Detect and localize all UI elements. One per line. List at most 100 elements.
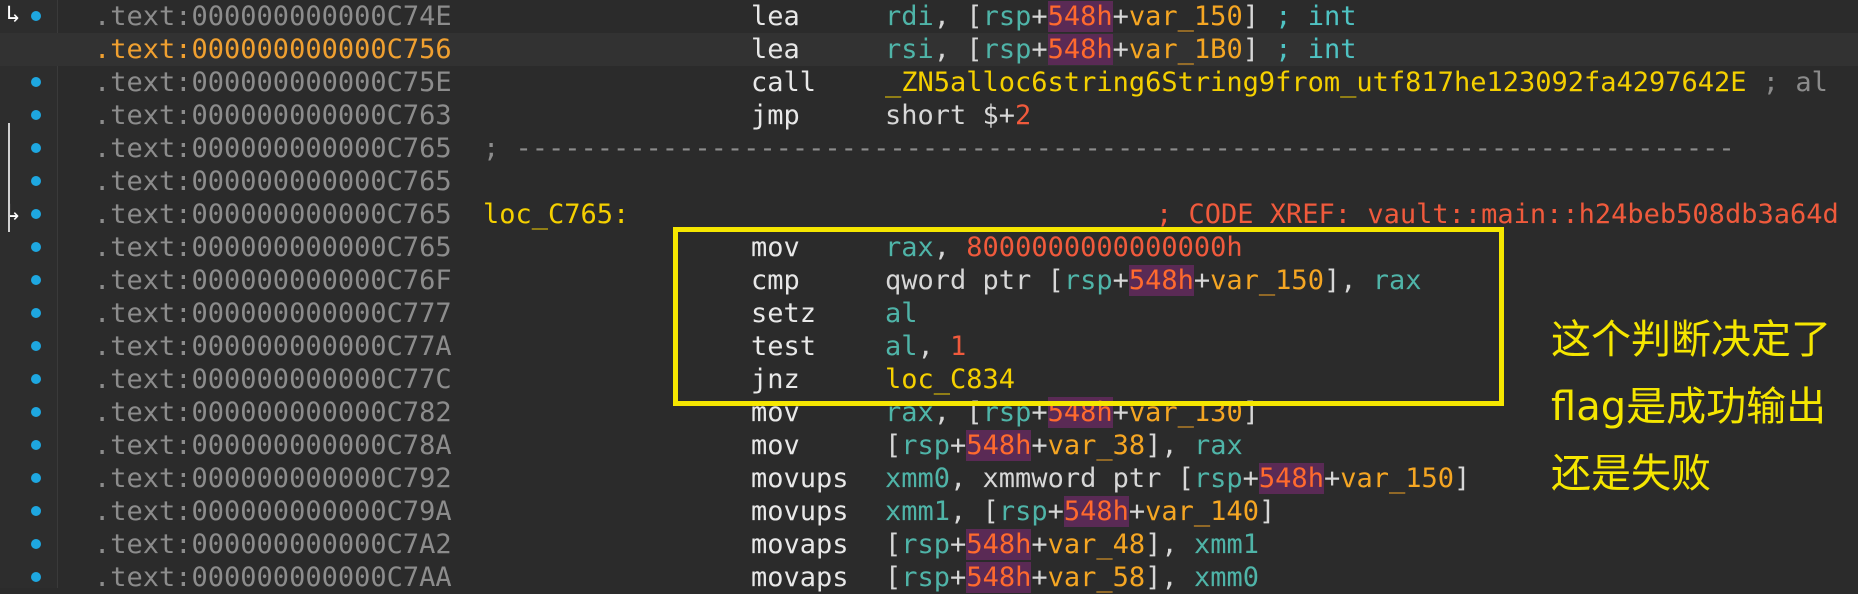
operand-token: 548h	[1258, 463, 1324, 494]
operand-token: +	[1031, 529, 1048, 560]
operand-token: rsp	[1063, 265, 1113, 296]
operands: xmm0, xmmword ptr [rsp+548h+var_150]	[885, 462, 1470, 495]
mnemonic: movups	[751, 463, 849, 494]
listing-line[interactable]: .text:000000000000C7A2 movaps [rsp+548h+va…	[0, 528, 1858, 561]
address: .text:000000000000C75E	[94, 67, 452, 98]
operand-token: rax	[1372, 265, 1422, 296]
mnemonic: setz	[751, 298, 817, 329]
operand-token: , [	[933, 1, 983, 32]
operand-token: , [	[950, 496, 999, 527]
operand-token[interactable]: var_1B0	[1129, 34, 1243, 65]
listing-line[interactable]: .text:000000000000C74E lea rdi, [rsp+548h+…	[0, 0, 1858, 33]
operand-token: +	[1031, 562, 1048, 593]
operand-token: [	[885, 529, 902, 560]
operand-token: rsp	[998, 496, 1048, 527]
operand-token: +	[950, 562, 967, 593]
operand-token: +	[1112, 1, 1129, 32]
operands: rax, [rsp+548h+var_130]	[885, 396, 1259, 429]
operand-token[interactable]: var_130	[1129, 397, 1243, 428]
address: .text:000000000000C79A	[94, 496, 452, 527]
operand-token: +	[1112, 397, 1129, 428]
operands: al	[885, 297, 918, 330]
operand-token: rsp	[901, 430, 951, 461]
operands: loc_C834	[885, 363, 1015, 396]
operand-token: ],	[1323, 265, 1373, 296]
address: .text:000000000000C76F	[94, 265, 452, 296]
mnemonic: jmp	[751, 100, 800, 131]
operand-token: +	[1193, 265, 1211, 296]
address: .text:000000000000C756	[94, 34, 452, 65]
xref-comment[interactable]: ; CODE XREF: vault::main::h24beb508db3a6…	[1156, 198, 1839, 231]
operand-token: 548h	[966, 430, 1032, 461]
listing-line[interactable]: .text:000000000000C765	[0, 165, 1858, 198]
operand-token[interactable]: var_150	[1210, 265, 1324, 296]
listing-line[interactable]: .text:000000000000C76F cmp qword ptr [rsp+…	[0, 264, 1858, 297]
operand-token[interactable]: var_48	[1048, 529, 1146, 560]
operand-token: xmm0	[885, 463, 951, 494]
operand-token: ]	[1242, 397, 1259, 428]
operand-token: 548h	[1063, 496, 1129, 527]
address: .text:000000000000C765	[94, 199, 452, 230]
operand-token[interactable]: var_38	[1048, 430, 1146, 461]
operand-token[interactable]: loc_C834	[885, 364, 1015, 395]
operand-token: +	[950, 430, 967, 461]
operand-token: [	[885, 430, 902, 461]
listing-line[interactable]: .text:000000000000C765 ; ----------------…	[0, 132, 1858, 165]
operand-token: +	[1047, 496, 1064, 527]
operand-token: short $+	[885, 100, 1016, 131]
operands: rdi, [rsp+548h+var_150] ; int	[885, 0, 1357, 33]
operand-token: ]	[1258, 496, 1276, 527]
operand-token[interactable]: _ZN5alloc6string6String9from_utf817he123…	[885, 67, 1747, 98]
listing-line[interactable]: .text:000000000000C765 loc_C765: ; CODE XR…	[0, 198, 1858, 231]
operand-token: +	[1031, 1, 1048, 32]
operand-token: ]	[1454, 463, 1471, 494]
listing-line[interactable]: .text:000000000000C75E call _ZN5alloc6stri…	[0, 66, 1858, 99]
operand-token: 1	[950, 331, 967, 362]
listing-line[interactable]: .text:000000000000C765 mov rax, 8000000000…	[0, 231, 1858, 264]
operands: [rsp+548h+var_58], xmm0	[885, 561, 1259, 594]
mnemonic: cmp	[751, 265, 800, 296]
operand-token[interactable]: var_140	[1145, 496, 1259, 527]
operand-token: ,	[917, 331, 951, 362]
address: .text:000000000000C782	[94, 397, 452, 428]
mnemonic: lea	[751, 1, 800, 32]
listing-line[interactable]: .text:000000000000C756 lea rsi, [rsp+548h+…	[0, 33, 1858, 66]
operand-token: 2	[1015, 100, 1032, 131]
annotation-line-1: 这个判断决定了	[1551, 317, 1831, 363]
operand-token: +	[1031, 430, 1048, 461]
code-label[interactable]: loc_C765:	[483, 198, 629, 231]
listing-line[interactable]: .text:000000000000C763 jmp short $+2	[0, 99, 1858, 132]
address: .text:000000000000C763	[94, 100, 452, 131]
operand-token: +	[1128, 496, 1146, 527]
operand-token: al	[885, 331, 918, 362]
mnemonic: lea	[751, 34, 800, 65]
operand-token: ; al	[1746, 67, 1828, 98]
operand-token: , [	[933, 397, 983, 428]
operand-token: ; int	[1275, 34, 1357, 65]
operand-token: rax	[885, 232, 934, 263]
operand-token: ],	[1145, 562, 1194, 593]
operand-token: 548h	[1047, 1, 1113, 32]
mnemonic: movaps	[751, 562, 849, 593]
mnemonic: movups	[751, 496, 849, 527]
mnemonic: jnz	[751, 364, 800, 395]
operand-token: rsi	[885, 34, 934, 65]
mnemonic: test	[751, 331, 817, 362]
listing-line[interactable]: .text:000000000000C7AA movaps [rsp+548h+va…	[0, 561, 1858, 594]
operand-token: xmm1	[1193, 529, 1259, 560]
operand-token[interactable]: var_58	[1048, 562, 1146, 593]
mnemonic: mov	[751, 232, 800, 263]
operand-token: rax	[1193, 430, 1243, 461]
operands: rax, 8000000000000000h	[885, 231, 1243, 264]
operand-token: al	[885, 298, 918, 329]
listing-line[interactable]: .text:000000000000C79A movups xmm1, [rsp+5…	[0, 495, 1858, 528]
operand-token: qword ptr [	[885, 265, 1064, 296]
operand-token: +	[1112, 34, 1129, 65]
operand-token: +	[1031, 34, 1048, 65]
operands: xmm1, [rsp+548h+var_140]	[885, 495, 1275, 528]
operand-token: +	[1112, 265, 1129, 296]
operands: al, 1	[885, 330, 966, 363]
operand-token: 548h	[1047, 397, 1113, 428]
operand-token[interactable]: var_150	[1340, 463, 1454, 494]
operand-token[interactable]: var_150	[1129, 1, 1243, 32]
